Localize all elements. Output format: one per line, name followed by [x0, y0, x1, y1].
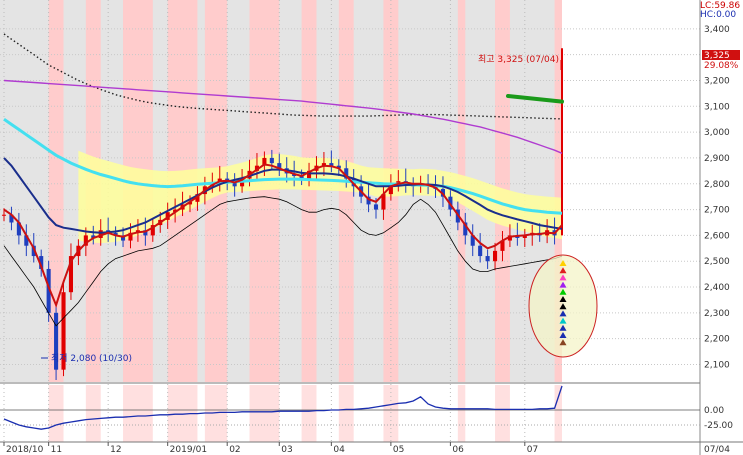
- x-axis-ticks: 2018/10 11 12 2019/01 02 03 04 05 06 07: [3, 442, 538, 455]
- right-bottom-label: 07/04: [704, 445, 730, 455]
- y-tick-8: 2,600: [704, 231, 730, 241]
- candle-body: [373, 204, 379, 210]
- candle-body: [485, 256, 490, 262]
- last-change: 29.08%: [704, 61, 739, 71]
- stock-chart[interactable]: 3,4003,3003,2003,1003,0002,9002,8002,700…: [0, 0, 743, 455]
- y-tick-2: 3,200: [704, 76, 730, 86]
- x-tick-4: 02: [229, 445, 240, 455]
- x-tick-5: 03: [281, 445, 292, 455]
- y-tick-11: 2,300: [704, 309, 730, 319]
- x-tick-1: 11: [51, 445, 62, 455]
- last-price: 3,325: [704, 51, 730, 61]
- y-tick-4: 3,000: [704, 128, 730, 138]
- x-tick-0: 2018/10: [6, 445, 44, 455]
- y-tick-3: 3,100: [704, 102, 730, 112]
- candle-body: [269, 157, 274, 164]
- x-tick-3: 2019/01: [170, 445, 207, 455]
- y-tick-13: 2,100: [704, 361, 730, 371]
- x-tick-2: 12: [110, 445, 121, 455]
- x-tick-7: 05: [393, 445, 404, 455]
- x-tick-8: 06: [452, 445, 464, 455]
- y-tick-7: 2,700: [704, 206, 730, 216]
- y-tick-10: 2,400: [704, 283, 730, 293]
- y-tick-0: 3,400: [704, 25, 730, 35]
- high-annotation: 최고 3,325 (07/04): [478, 54, 559, 65]
- indicator-tick-1: -25.00: [704, 421, 733, 431]
- highlight-band-5: [249, 0, 280, 382]
- y-tick-9: 2,500: [704, 257, 730, 267]
- indicator-panel-bg: [0, 385, 700, 440]
- candle-body: [1, 214, 7, 216]
- y-tick-12: 2,200: [704, 335, 730, 345]
- hc-label: HC:0.00: [700, 10, 736, 20]
- x-tick-6: 04: [333, 445, 345, 455]
- y-tick-6: 2,800: [704, 180, 730, 190]
- x-tick-9: 07: [527, 445, 538, 455]
- low-annotation: 최저 2,080 (10/30): [51, 353, 132, 364]
- candle-body: [478, 245, 483, 257]
- highlight-band-6: [301, 0, 317, 382]
- candle-body: [492, 250, 498, 262]
- y-tick-5: 2,900: [704, 154, 730, 164]
- indicator-tick-0: 0.00: [704, 406, 724, 416]
